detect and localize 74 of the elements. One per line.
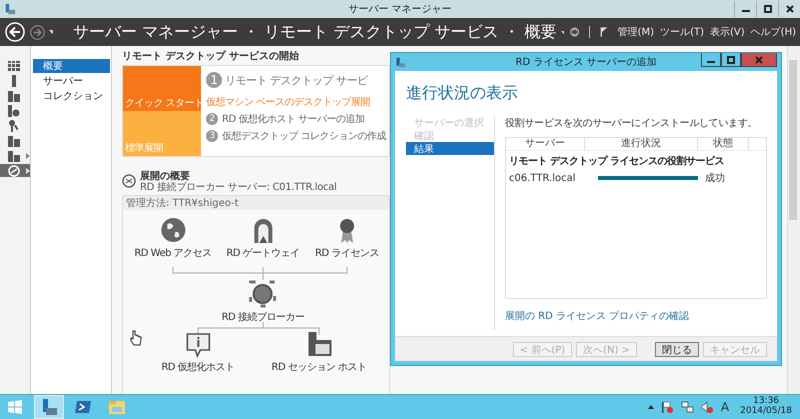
section-title: 展開の概要 [140, 170, 190, 182]
dropdown-caret-icon[interactable] [49, 30, 53, 34]
back-button[interactable] [5, 22, 25, 42]
role-label: RD セッション ホスト [272, 361, 366, 374]
dropdown-caret-icon[interactable] [560, 30, 564, 34]
scrollbar[interactable] [787, 46, 800, 394]
deployment-icon [122, 174, 136, 188]
restore-icon [764, 5, 772, 13]
expand-arrow-icon[interactable] [26, 168, 30, 174]
maximize-button[interactable] [721, 53, 741, 67]
section-title: リモート デスクトップ サービスの開始 [122, 49, 299, 63]
step-text: 仮想デスクトップ コレクションの作成 [222, 130, 386, 143]
broker-server-text: RD 接続ブローカー サーバー: C01.TTR.local [140, 183, 337, 193]
menu-item[interactable]: 管理(M) [618, 25, 654, 39]
nav-item[interactable]: コレクション [33, 89, 110, 103]
dialog-heading: 進行状況の表示 [406, 83, 518, 104]
description-text: 役割サービスを次のサーバーにインストールしています。 [505, 116, 758, 130]
forward-arrow-icon [30, 24, 45, 40]
close-icon [755, 56, 763, 64]
minimize-button[interactable] [701, 53, 721, 67]
breadcrumb-title: サーバー マネージャー ・ リモート デスクトップ サービス ・ 概要 [72, 22, 557, 42]
role-label: RD Web アクセス [134, 247, 212, 260]
step-number: 1 [206, 72, 222, 88]
server-gear-icon [8, 104, 20, 116]
close-icon [786, 5, 794, 13]
server-manager-icon [4, 3, 16, 15]
step-number: 3 [206, 130, 218, 142]
column-header[interactable]: 進行状況 [585, 138, 698, 150]
menu-item[interactable]: 表示(V) [710, 25, 745, 39]
menu-item[interactable]: ツール(T) [660, 25, 704, 39]
sidebar-item[interactable] [0, 164, 30, 177]
network-icon[interactable] [680, 400, 694, 414]
menu-item[interactable]: ヘルプ(H) [750, 25, 796, 39]
circle-target-icon[interactable] [249, 280, 277, 308]
role-label: RD ゲートウェイ [226, 247, 300, 260]
info-speech-bubble-icon[interactable] [184, 330, 212, 358]
table-cell-text: c06.TTR.local [508, 172, 577, 184]
flag-icon[interactable] [600, 25, 608, 39]
windows-logo-icon [8, 400, 22, 414]
forward-button[interactable] [30, 24, 45, 40]
table-cell-text: 成功 [704, 172, 726, 185]
hand-cursor-icon [130, 330, 142, 346]
role-label: RD ライセンス [315, 247, 379, 260]
servers-icon [8, 90, 20, 102]
server-manager-icon [395, 56, 406, 68]
flag-error-icon[interactable] [660, 400, 674, 414]
expand-arrow-icon[interactable] [26, 152, 30, 158]
speaker-muted-icon[interactable] [700, 400, 714, 414]
server-manager-icon[interactable] [34, 395, 64, 419]
show-hidden-icons-icon[interactable] [648, 405, 654, 409]
wizard-step[interactable]: 結果 [406, 142, 494, 155]
properties-link[interactable]: 展開の RD ライセンス プロパティの確認 [505, 309, 690, 323]
globe-icon[interactable] [159, 216, 187, 244]
role-label: RD 仮想化ホスト [161, 360, 235, 374]
step-text: RD 仮想化ホスト サーバーの追加 [222, 112, 365, 126]
refresh-icon[interactable] [570, 25, 580, 39]
column-header[interactable]: サーバー [506, 138, 585, 150]
tools-icon [8, 120, 20, 132]
window-title: サーバー マネージャー [348, 3, 452, 16]
nav-item[interactable]: 概要 [33, 59, 110, 73]
role-label: RD 接続ブローカー [222, 310, 304, 324]
dialog-button[interactable]: 閉じる [655, 342, 699, 356]
maximize-icon [727, 56, 735, 64]
group-header: リモート デスクトップ ライセンスの役割サービス [508, 154, 725, 169]
servers-icon [8, 134, 20, 146]
step-number: 2 [206, 113, 218, 125]
grid-icon [8, 60, 20, 72]
ime-indicator[interactable]: A [720, 400, 730, 414]
column-header[interactable]: 状態 [698, 138, 749, 150]
clock[interactable]: 13:36 2014/05/18 [740, 397, 792, 417]
managed-by-text: 管理方法: TTR¥shigeo-t [123, 196, 389, 210]
dialog-title: RD ライセンス サーバーの追加 [516, 56, 656, 69]
nav-item[interactable]: サーバー [33, 74, 110, 88]
step-title: リモート デスクトップ サービ [225, 72, 368, 88]
